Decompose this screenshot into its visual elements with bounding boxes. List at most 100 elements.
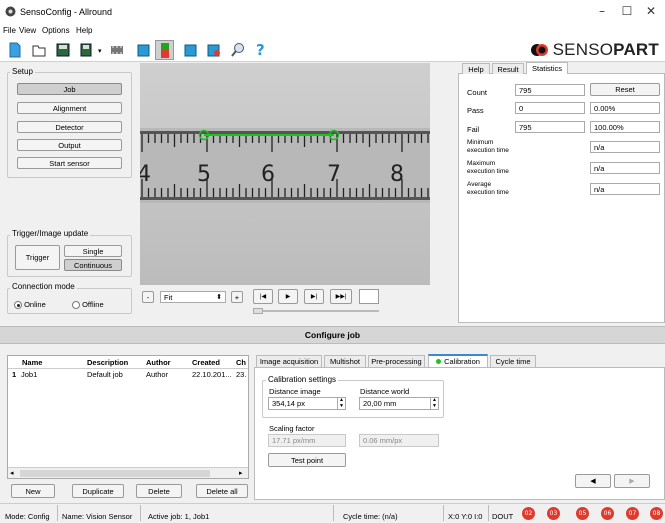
scrollbar-thumb[interactable] xyxy=(20,470,210,477)
menu-bar: File View Options Help xyxy=(0,24,665,39)
offline-label: Offline xyxy=(82,300,104,309)
status-cycle-time: Cycle time: (n/a) xyxy=(343,512,398,521)
max-time-field: n/a xyxy=(590,162,660,174)
menu-view[interactable]: View xyxy=(19,26,36,35)
count-field: 795 xyxy=(515,84,585,96)
menu-options[interactable]: Options xyxy=(42,26,70,35)
tab-result[interactable]: Result xyxy=(492,63,524,74)
online-radio-dot xyxy=(14,301,22,310)
tab-help[interactable]: Help xyxy=(462,63,490,74)
spin-down-icon[interactable]: ▼ xyxy=(431,403,438,410)
play-button[interactable]: ▶ xyxy=(278,289,298,304)
next-frame-button[interactable]: ▶| xyxy=(304,289,324,304)
open-folder-icon[interactable] xyxy=(32,42,46,58)
configure-job-header: Configure job xyxy=(0,326,665,344)
trigger-title: Trigger/Image update xyxy=(10,229,91,238)
detector-button[interactable]: Detector xyxy=(17,121,122,133)
title-bar: SensoConfig - Allround – ☐ ✕ xyxy=(0,0,665,24)
sensor-active-button[interactable] xyxy=(155,40,174,60)
menu-file[interactable]: File xyxy=(3,26,16,35)
zoom-select[interactable]: Fit ⬍ xyxy=(160,291,226,303)
distance-image-spinner[interactable]: ▲ ▼ xyxy=(337,398,345,409)
single-button[interactable]: Single xyxy=(64,245,122,257)
tab-calibration-label: Calibration xyxy=(444,357,480,366)
save-dropdown-icon[interactable]: ▾ xyxy=(98,47,102,55)
delete-all-jobs-button[interactable]: Delete all xyxy=(196,484,248,498)
table-row[interactable]: 1 Job1 Default job Author 22.10.201... 2… xyxy=(8,369,248,380)
ruler-label-7: 7 xyxy=(327,162,341,187)
close-button[interactable]: ✕ xyxy=(641,3,661,19)
min-time-field: n/a xyxy=(590,141,660,153)
zoom-in-button[interactable]: + xyxy=(231,291,243,303)
pass-percent-field: 0.00% xyxy=(590,102,660,114)
last-frame-button[interactable]: ▶▶| xyxy=(330,289,352,304)
distance-image-input[interactable]: 354,14 px ▲ ▼ xyxy=(268,397,346,410)
table-scrollbar[interactable]: ◂ ▸ xyxy=(8,467,248,478)
frame-slider[interactable] xyxy=(253,308,379,314)
delete-job-button[interactable]: Delete xyxy=(136,484,182,498)
col-created[interactable]: Created xyxy=(192,358,220,367)
test-point-button[interactable]: Test point xyxy=(268,453,346,467)
nav-back-button[interactable]: ◀ xyxy=(575,474,611,488)
tab-pre-processing[interactable]: Pre-processing xyxy=(368,355,425,367)
col-name[interactable]: Name xyxy=(22,358,42,367)
filmstrip-icon[interactable] xyxy=(110,42,124,58)
distance-world-spinner[interactable]: ▲ ▼ xyxy=(430,398,438,409)
zoom-out-button[interactable]: - xyxy=(142,291,154,303)
distance-world-label: Distance world xyxy=(360,387,410,396)
scroll-left-icon[interactable]: ◂ xyxy=(10,469,14,477)
new-file-icon[interactable] xyxy=(8,42,22,58)
continuous-button[interactable]: Continuous xyxy=(64,259,122,271)
status-separator xyxy=(443,505,444,521)
sensor-record-icon[interactable] xyxy=(207,42,221,58)
duplicate-job-button[interactable]: Duplicate xyxy=(72,484,124,498)
setup-title: Setup xyxy=(10,67,35,76)
sensor-download-icon[interactable] xyxy=(137,42,151,58)
status-coords: X:0 Y:0 I:0 xyxy=(448,512,483,521)
ruler-label-5: 5 xyxy=(197,162,211,187)
maximize-button[interactable]: ☐ xyxy=(617,3,637,19)
toolbar: ▾ ? SENSOPART xyxy=(0,39,665,61)
minimize-button[interactable]: – xyxy=(592,3,612,19)
tab-cycle-time[interactable]: Cycle time xyxy=(490,355,536,367)
tab-multishot[interactable]: Multishot xyxy=(324,355,366,367)
status-separator xyxy=(140,505,141,521)
help-icon[interactable]: ? xyxy=(256,41,265,59)
tab-image-acquisition[interactable]: Image acquisition xyxy=(256,355,322,367)
alignment-button[interactable]: Alignment xyxy=(17,102,122,114)
menu-help[interactable]: Help xyxy=(76,26,92,35)
col-changed[interactable]: Ch xyxy=(236,358,246,367)
col-author[interactable]: Author xyxy=(146,358,171,367)
search-sensor-icon[interactable] xyxy=(231,42,245,58)
distance-world-input[interactable]: 20,00 mm ▲ ▼ xyxy=(359,397,439,410)
ruler-label-6: 6 xyxy=(261,162,275,187)
new-job-button[interactable]: New xyxy=(11,484,55,498)
calibration-status-icon xyxy=(436,359,442,364)
frame-slider-thumb[interactable] xyxy=(253,308,263,314)
save-as-icon[interactable] xyxy=(80,42,94,58)
sensopart-logo-icon xyxy=(530,44,548,56)
col-description[interactable]: Description xyxy=(87,358,128,367)
online-radio[interactable]: Online xyxy=(14,300,46,310)
scroll-right-icon[interactable]: ▸ xyxy=(239,469,243,477)
save-icon[interactable] xyxy=(56,42,70,58)
output-06-indicator: 06 xyxy=(601,507,614,520)
frame-indicator xyxy=(359,289,379,304)
reset-button[interactable]: Reset xyxy=(590,83,660,96)
job-button[interactable]: Job xyxy=(17,83,122,95)
tab-calibration[interactable]: Calibration xyxy=(428,354,488,367)
scaling-factor-label: Scaling factor xyxy=(269,424,315,433)
status-separator xyxy=(333,505,334,521)
camera-image[interactable]: 4 5 6 7 8 xyxy=(140,63,430,285)
output-button[interactable]: Output xyxy=(17,139,122,151)
status-name: Name: Vision Sensor xyxy=(62,512,133,521)
nav-forward-button[interactable]: ▶ xyxy=(614,474,650,488)
sensor-upload-icon[interactable] xyxy=(184,42,198,58)
tab-statistics[interactable]: Statistics xyxy=(526,62,568,74)
status-separator xyxy=(57,505,58,521)
offline-radio[interactable]: Offline xyxy=(72,300,104,310)
trigger-button[interactable]: Trigger xyxy=(15,245,60,270)
spin-down-icon[interactable]: ▼ xyxy=(338,403,345,410)
first-frame-button[interactable]: |◀ xyxy=(253,289,273,304)
start-sensor-button[interactable]: Start sensor xyxy=(17,157,122,169)
